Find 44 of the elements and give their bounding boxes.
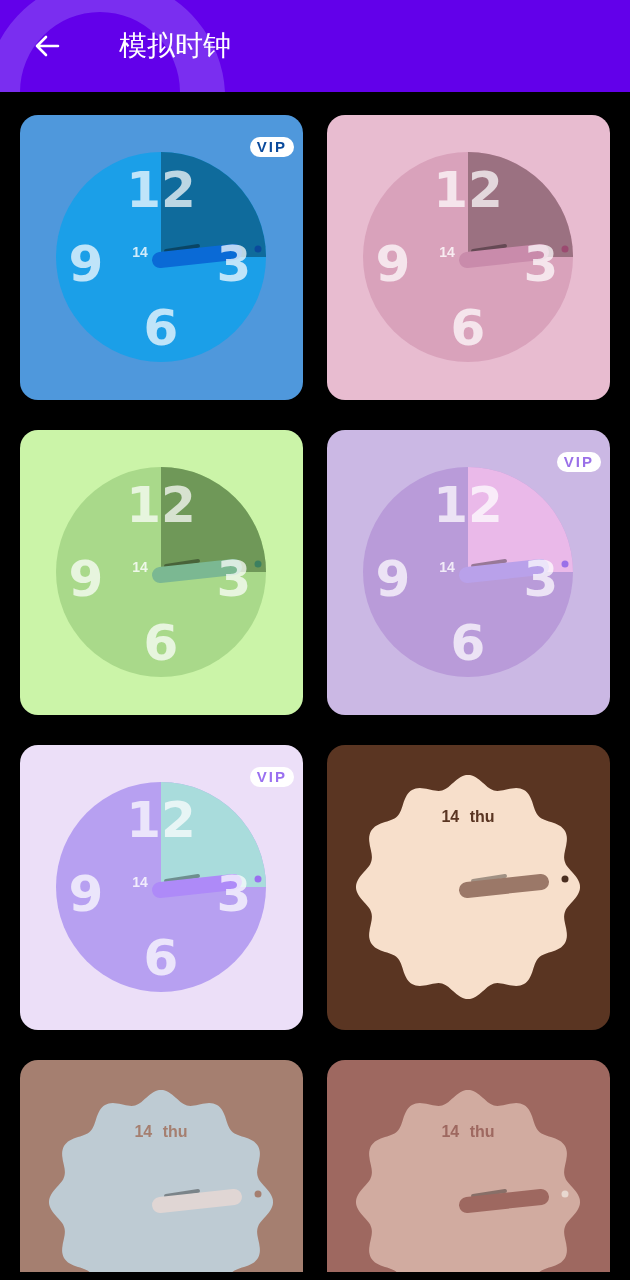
clock-dot [254,560,262,568]
date-label: 14 thu [441,1123,495,1140]
clock-style-card[interactable]: 14 thu [327,1060,610,1272]
clock-numeral: 6 [450,614,486,672]
clock-numeral: 12 [126,476,196,534]
clock-numeral: 3 [523,235,559,293]
clock-numeral: 6 [143,929,179,987]
page-title: 模拟时钟 [119,28,231,64]
clock-numeral: 3 [523,550,559,608]
clock-style-card[interactable]: 14 thu [20,1060,303,1272]
date-label: 14 [132,559,148,575]
clock-numeral: 3 [216,235,252,293]
clock-style-card[interactable]: 12 9 3 6 14 [20,430,303,715]
date-label: 14 [132,874,148,890]
date-label: 14 [132,244,148,260]
vip-badge: VIP [249,137,294,157]
clock-numeral: 12 [126,161,196,219]
clock-dot [254,1190,262,1198]
clock-numeral: 9 [68,235,104,293]
clock-numeral: 12 [433,476,503,534]
clock-numeral: 9 [68,865,104,923]
clock-dot [561,560,569,568]
clock-style-card[interactable]: 12 9 3 6 14 VIP [327,430,610,715]
vip-badge: VIP [249,767,294,787]
clock-numeral: 3 [216,550,252,608]
clock-dot [254,245,262,253]
date-label: 14 thu [441,808,495,825]
vip-badge: VIP [556,452,601,472]
date-label: 14 [439,559,455,575]
clock-numeral: 9 [68,550,104,608]
clock-dot [561,875,569,883]
clock-dot [561,245,569,253]
date-label: 14 [439,244,455,260]
clock-numeral: 6 [143,614,179,672]
clock-numeral: 9 [375,550,411,608]
clock-numeral: 9 [375,235,411,293]
clock-dot [561,1190,569,1198]
clock-style-card[interactable]: 14 thu [327,745,610,1030]
clock-style-card[interactable]: 12 9 3 6 14 VIP [20,115,303,400]
clock-numeral: 6 [450,299,486,357]
clock-numeral: 6 [143,299,179,357]
clock-dot [254,875,262,883]
date-label: 14 thu [134,1123,188,1140]
clock-numeral: 3 [216,865,252,923]
